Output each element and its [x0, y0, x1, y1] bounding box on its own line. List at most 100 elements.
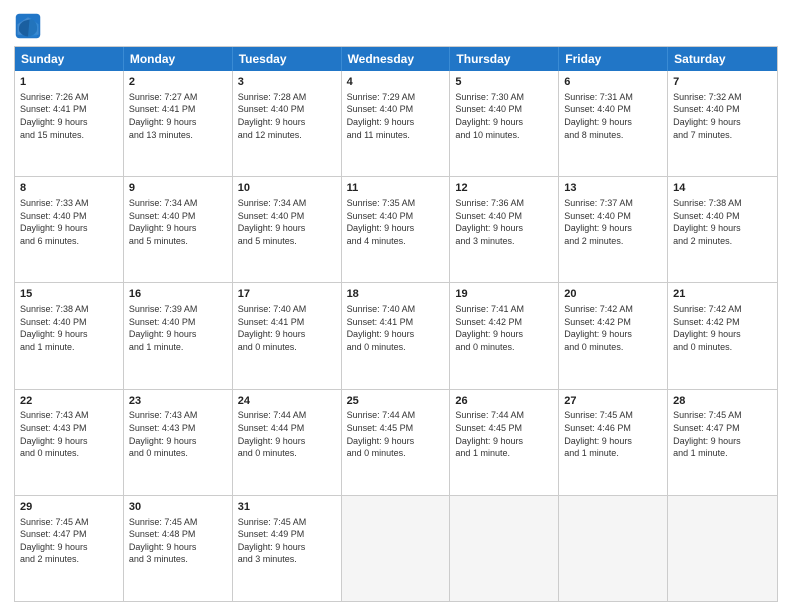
- day-info: Sunrise: 7:45 AM Sunset: 4:47 PM Dayligh…: [20, 516, 118, 566]
- day-cell-11: 11Sunrise: 7:35 AM Sunset: 4:40 PM Dayli…: [342, 177, 451, 282]
- day-info: Sunrise: 7:44 AM Sunset: 4:45 PM Dayligh…: [455, 409, 553, 459]
- empty-cell: [450, 496, 559, 601]
- day-cell-22: 22Sunrise: 7:43 AM Sunset: 4:43 PM Dayli…: [15, 390, 124, 495]
- day-cell-5: 5Sunrise: 7:30 AM Sunset: 4:40 PM Daylig…: [450, 71, 559, 176]
- day-info: Sunrise: 7:43 AM Sunset: 4:43 PM Dayligh…: [129, 409, 227, 459]
- day-number: 25: [347, 394, 445, 409]
- day-info: Sunrise: 7:40 AM Sunset: 4:41 PM Dayligh…: [238, 303, 336, 353]
- day-number: 17: [238, 287, 336, 302]
- header-day-sunday: Sunday: [15, 47, 124, 71]
- day-info: Sunrise: 7:31 AM Sunset: 4:40 PM Dayligh…: [564, 91, 662, 141]
- day-cell-7: 7Sunrise: 7:32 AM Sunset: 4:40 PM Daylig…: [668, 71, 777, 176]
- day-cell-23: 23Sunrise: 7:43 AM Sunset: 4:43 PM Dayli…: [124, 390, 233, 495]
- day-info: Sunrise: 7:44 AM Sunset: 4:44 PM Dayligh…: [238, 409, 336, 459]
- logo-icon: [14, 12, 42, 40]
- day-info: Sunrise: 7:37 AM Sunset: 4:40 PM Dayligh…: [564, 197, 662, 247]
- day-cell-17: 17Sunrise: 7:40 AM Sunset: 4:41 PM Dayli…: [233, 283, 342, 388]
- day-info: Sunrise: 7:34 AM Sunset: 4:40 PM Dayligh…: [129, 197, 227, 247]
- day-cell-20: 20Sunrise: 7:42 AM Sunset: 4:42 PM Dayli…: [559, 283, 668, 388]
- day-info: Sunrise: 7:41 AM Sunset: 4:42 PM Dayligh…: [455, 303, 553, 353]
- day-number: 22: [20, 394, 118, 409]
- page: SundayMondayTuesdayWednesdayThursdayFrid…: [0, 0, 792, 612]
- day-number: 28: [673, 394, 772, 409]
- header-day-wednesday: Wednesday: [342, 47, 451, 71]
- day-info: Sunrise: 7:39 AM Sunset: 4:40 PM Dayligh…: [129, 303, 227, 353]
- day-info: Sunrise: 7:35 AM Sunset: 4:40 PM Dayligh…: [347, 197, 445, 247]
- day-number: 16: [129, 287, 227, 302]
- day-number: 21: [673, 287, 772, 302]
- header-day-monday: Monday: [124, 47, 233, 71]
- day-number: 12: [455, 181, 553, 196]
- day-cell-31: 31Sunrise: 7:45 AM Sunset: 4:49 PM Dayli…: [233, 496, 342, 601]
- day-info: Sunrise: 7:43 AM Sunset: 4:43 PM Dayligh…: [20, 409, 118, 459]
- day-info: Sunrise: 7:45 AM Sunset: 4:48 PM Dayligh…: [129, 516, 227, 566]
- day-cell-14: 14Sunrise: 7:38 AM Sunset: 4:40 PM Dayli…: [668, 177, 777, 282]
- day-info: Sunrise: 7:30 AM Sunset: 4:40 PM Dayligh…: [455, 91, 553, 141]
- calendar-row-4: 29Sunrise: 7:45 AM Sunset: 4:47 PM Dayli…: [15, 495, 777, 601]
- day-info: Sunrise: 7:29 AM Sunset: 4:40 PM Dayligh…: [347, 91, 445, 141]
- day-info: Sunrise: 7:42 AM Sunset: 4:42 PM Dayligh…: [673, 303, 772, 353]
- day-number: 15: [20, 287, 118, 302]
- day-number: 2: [129, 75, 227, 90]
- day-info: Sunrise: 7:33 AM Sunset: 4:40 PM Dayligh…: [20, 197, 118, 247]
- day-cell-15: 15Sunrise: 7:38 AM Sunset: 4:40 PM Dayli…: [15, 283, 124, 388]
- header-day-tuesday: Tuesday: [233, 47, 342, 71]
- header-day-thursday: Thursday: [450, 47, 559, 71]
- day-info: Sunrise: 7:44 AM Sunset: 4:45 PM Dayligh…: [347, 409, 445, 459]
- day-number: 8: [20, 181, 118, 196]
- day-number: 31: [238, 500, 336, 515]
- day-cell-6: 6Sunrise: 7:31 AM Sunset: 4:40 PM Daylig…: [559, 71, 668, 176]
- day-cell-4: 4Sunrise: 7:29 AM Sunset: 4:40 PM Daylig…: [342, 71, 451, 176]
- day-number: 24: [238, 394, 336, 409]
- day-number: 11: [347, 181, 445, 196]
- day-number: 14: [673, 181, 772, 196]
- day-number: 13: [564, 181, 662, 196]
- day-number: 9: [129, 181, 227, 196]
- calendar-row-2: 15Sunrise: 7:38 AM Sunset: 4:40 PM Dayli…: [15, 282, 777, 388]
- day-number: 7: [673, 75, 772, 90]
- day-cell-1: 1Sunrise: 7:26 AM Sunset: 4:41 PM Daylig…: [15, 71, 124, 176]
- header-day-saturday: Saturday: [668, 47, 777, 71]
- day-info: Sunrise: 7:42 AM Sunset: 4:42 PM Dayligh…: [564, 303, 662, 353]
- day-info: Sunrise: 7:27 AM Sunset: 4:41 PM Dayligh…: [129, 91, 227, 141]
- header: [14, 12, 778, 40]
- day-number: 18: [347, 287, 445, 302]
- day-info: Sunrise: 7:32 AM Sunset: 4:40 PM Dayligh…: [673, 91, 772, 141]
- day-number: 6: [564, 75, 662, 90]
- header-day-friday: Friday: [559, 47, 668, 71]
- day-cell-19: 19Sunrise: 7:41 AM Sunset: 4:42 PM Dayli…: [450, 283, 559, 388]
- day-number: 30: [129, 500, 227, 515]
- empty-cell: [342, 496, 451, 601]
- day-number: 23: [129, 394, 227, 409]
- day-cell-9: 9Sunrise: 7:34 AM Sunset: 4:40 PM Daylig…: [124, 177, 233, 282]
- day-number: 27: [564, 394, 662, 409]
- day-number: 20: [564, 287, 662, 302]
- day-number: 3: [238, 75, 336, 90]
- day-cell-16: 16Sunrise: 7:39 AM Sunset: 4:40 PM Dayli…: [124, 283, 233, 388]
- day-info: Sunrise: 7:26 AM Sunset: 4:41 PM Dayligh…: [20, 91, 118, 141]
- day-number: 26: [455, 394, 553, 409]
- day-info: Sunrise: 7:45 AM Sunset: 4:47 PM Dayligh…: [673, 409, 772, 459]
- day-cell-18: 18Sunrise: 7:40 AM Sunset: 4:41 PM Dayli…: [342, 283, 451, 388]
- calendar-row-0: 1Sunrise: 7:26 AM Sunset: 4:41 PM Daylig…: [15, 71, 777, 176]
- day-info: Sunrise: 7:38 AM Sunset: 4:40 PM Dayligh…: [673, 197, 772, 247]
- day-info: Sunrise: 7:45 AM Sunset: 4:49 PM Dayligh…: [238, 516, 336, 566]
- day-number: 1: [20, 75, 118, 90]
- day-cell-29: 29Sunrise: 7:45 AM Sunset: 4:47 PM Dayli…: [15, 496, 124, 601]
- day-cell-24: 24Sunrise: 7:44 AM Sunset: 4:44 PM Dayli…: [233, 390, 342, 495]
- day-cell-2: 2Sunrise: 7:27 AM Sunset: 4:41 PM Daylig…: [124, 71, 233, 176]
- day-info: Sunrise: 7:45 AM Sunset: 4:46 PM Dayligh…: [564, 409, 662, 459]
- empty-cell: [668, 496, 777, 601]
- day-number: 4: [347, 75, 445, 90]
- day-number: 29: [20, 500, 118, 515]
- day-cell-13: 13Sunrise: 7:37 AM Sunset: 4:40 PM Dayli…: [559, 177, 668, 282]
- day-number: 10: [238, 181, 336, 196]
- calendar-body: 1Sunrise: 7:26 AM Sunset: 4:41 PM Daylig…: [15, 71, 777, 601]
- day-info: Sunrise: 7:36 AM Sunset: 4:40 PM Dayligh…: [455, 197, 553, 247]
- logo: [14, 12, 46, 40]
- day-cell-12: 12Sunrise: 7:36 AM Sunset: 4:40 PM Dayli…: [450, 177, 559, 282]
- day-number: 5: [455, 75, 553, 90]
- day-cell-28: 28Sunrise: 7:45 AM Sunset: 4:47 PM Dayli…: [668, 390, 777, 495]
- empty-cell: [559, 496, 668, 601]
- day-info: Sunrise: 7:34 AM Sunset: 4:40 PM Dayligh…: [238, 197, 336, 247]
